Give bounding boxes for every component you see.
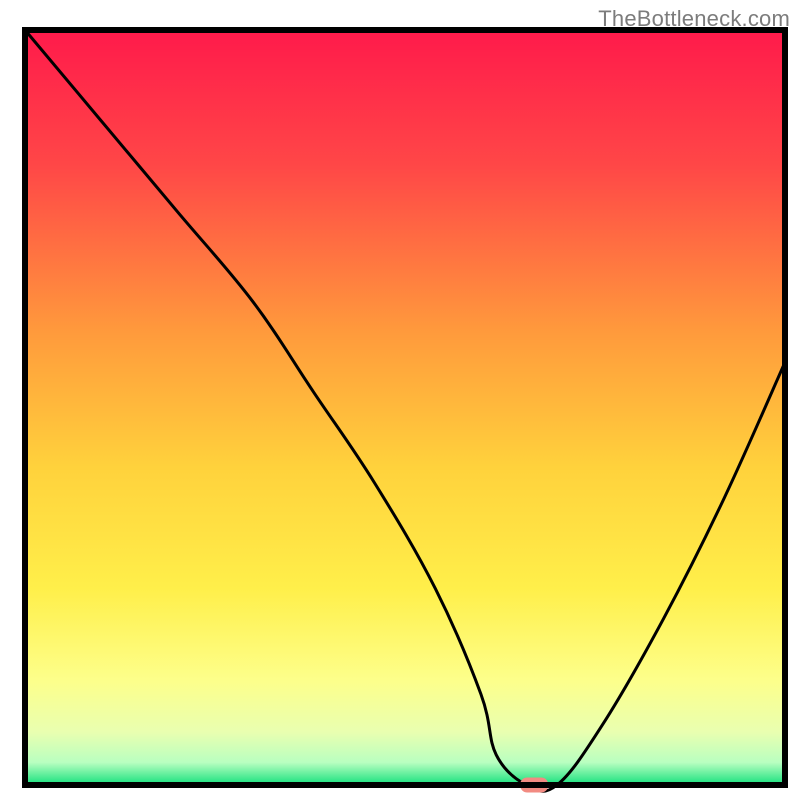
chart-container: TheBottleneck.com [0, 0, 800, 800]
plot-background [25, 30, 785, 785]
bottleneck-chart [0, 0, 800, 800]
